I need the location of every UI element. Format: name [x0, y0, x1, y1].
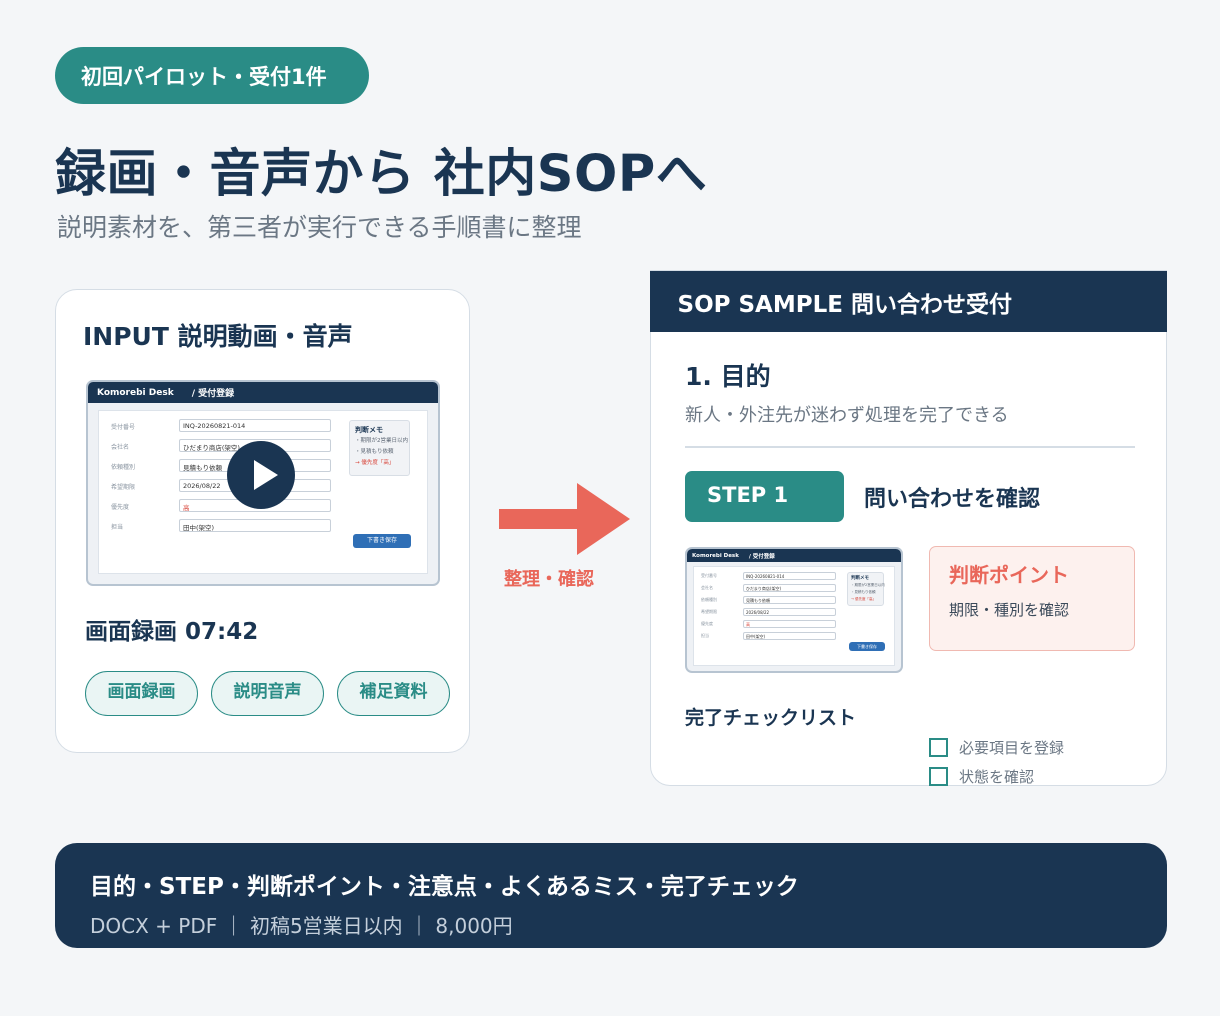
judgment-memo: 判断メモ ・期限が2営業日以内 ・見積もり依頼 → 優先度「高」: [349, 420, 410, 476]
form-field: ひだまり商店(架空): [743, 584, 836, 592]
form-label: 希望期限: [111, 484, 136, 491]
form-label: 優先度: [701, 621, 713, 626]
judgment-memo: 判断メモ ・期限が2営業日以内 ・見積もり依頼 → 優先度「高」: [847, 572, 885, 606]
play-icon[interactable]: [227, 441, 295, 509]
page-subtitle: 説明素材を、第三者が実行できる手順書に整理: [57, 213, 582, 242]
checklist-title: 完了チェックリスト: [685, 707, 857, 729]
chip-explanation-audio[interactable]: 説明音声: [211, 671, 324, 716]
checkbox-icon[interactable]: [929, 767, 948, 786]
step-title: 問い合わせを確認: [864, 487, 1041, 512]
memo-item: ・見積もり依頼: [851, 590, 876, 594]
memo-item: ・見積もり依頼: [355, 449, 394, 455]
chip-supplementary-materials[interactable]: 補足資料: [337, 671, 450, 716]
app-brand: Komorebi Desk: [97, 387, 174, 398]
form-label: 受付番号: [701, 573, 717, 578]
app-header-bar: Komorebi Desk / 受付登録: [88, 382, 438, 403]
chip-screen-recording[interactable]: 画面録画: [85, 671, 198, 716]
divider: [685, 446, 1135, 448]
save-draft-button: 下書き保存: [353, 534, 411, 548]
memo-item: → 優先度「高」: [851, 597, 877, 601]
form-label: 依頼種別: [111, 464, 136, 471]
memo-title: 判断メモ: [355, 426, 383, 434]
form-label: 会社名: [111, 444, 130, 451]
app-brand: Komorebi Desk: [692, 552, 739, 559]
page-title: 録画・音声から 社内SOPへ: [55, 145, 708, 204]
sop-purpose: 新人・外注先が迷わず処理を完了できる: [685, 405, 1009, 426]
judgment-point-box: 判断ポイント 期限・種別を確認: [929, 546, 1135, 651]
form-field: 2026/08/22: [743, 608, 836, 616]
sop-sample-card: SOP SAMPLE 問い合わせ受付 1. 目的 新人・外注先が迷わず処理を完了…: [649, 270, 1167, 786]
arrow-right-icon: [499, 483, 630, 555]
sop-section-title: 1. 目的: [685, 362, 771, 391]
form-field: 田中(架空): [179, 519, 331, 532]
input-card-title: INPUT 説明動画・音声: [83, 322, 353, 351]
checklist-item-label: 必要項目を登録: [959, 739, 1065, 757]
app-header-bar: Komorebi Desk / 受付登録: [687, 549, 901, 562]
form-field: 高: [743, 620, 836, 628]
sop-header: SOP SAMPLE 問い合わせ受付: [649, 271, 1167, 332]
arrow-label: 整理・確認: [504, 569, 594, 590]
memo-item: ・期限が2営業日以内: [851, 583, 885, 587]
pilot-badge: 初回パイロット・受付1件: [55, 47, 369, 104]
step-badge: STEP 1: [685, 471, 844, 522]
memo-item: → 優先度「高」: [355, 460, 395, 466]
form-label: 担当: [111, 524, 124, 531]
form-label: 担当: [701, 633, 709, 638]
form-label: 希望期限: [701, 609, 717, 614]
form-label: 優先度: [111, 504, 130, 511]
deliverables-terms: DOCX + PDF ｜ 初稿5営業日以内 ｜ 8,000円: [90, 914, 513, 938]
app-page-title: / 受付登録: [748, 553, 775, 560]
form-label: 依頼種別: [701, 597, 717, 602]
recording-duration: 画面録画 07:42: [85, 619, 259, 645]
app-page-title: / 受付登録: [191, 389, 235, 399]
form-field: 見積もり依頼: [743, 596, 836, 604]
checkbox-icon[interactable]: [929, 738, 948, 757]
form-field: INQ-20260821-014: [743, 572, 836, 580]
judgment-point-text: 期限・種別を確認: [949, 601, 1070, 619]
judgment-point-title: 判断ポイント: [949, 563, 1069, 587]
deliverables-bar: 目的・STEP・判断ポイント・注意点・よくあるミス・完了チェック DOCX + …: [55, 843, 1167, 948]
form-label: 受付番号: [111, 424, 136, 431]
memo-title: 判断メモ: [851, 576, 869, 581]
step-screenshot: Komorebi Desk / 受付登録 受付番号 INQ-20260821-0…: [685, 547, 903, 673]
memo-item: ・期限が2営業日以内: [355, 438, 408, 444]
save-draft-button: 下書き保存: [849, 642, 885, 651]
form-field: INQ-20260821-014: [179, 419, 331, 432]
deliverables-contents: 目的・STEP・判断ポイント・注意点・よくあるミス・完了チェック: [90, 874, 799, 900]
app-form-panel: 受付番号 INQ-20260821-014 会社名 ひだまり商店(架空) 依頼種…: [693, 566, 895, 666]
form-field: 田中(架空): [743, 632, 836, 640]
input-card: INPUT 説明動画・音声 Komorebi Desk / 受付登録 受付番号 …: [55, 289, 470, 753]
form-label: 会社名: [701, 585, 713, 590]
checklist-item-label: 状態を確認: [959, 768, 1035, 786]
